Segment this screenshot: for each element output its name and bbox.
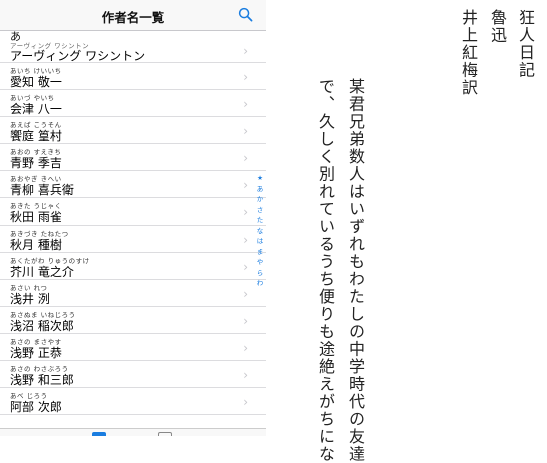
author-name: 浅野 正恭 (10, 345, 62, 360)
author-row[interactable]: あくたがわ りゅうのすけ 芥川 竜之介 › (0, 253, 266, 280)
author-name: 浅野 和三郎 (10, 373, 74, 388)
chevron-right-icon: › (243, 178, 248, 193)
author-row[interactable]: あおやぎ きへい 青柳 喜兵衛 › (0, 171, 266, 199)
author-row[interactable]: あおの すえきち 青野 季吉 › (0, 144, 266, 172)
author-name: 青野 季吉 (10, 156, 62, 171)
index-letter[interactable]: た (254, 215, 266, 226)
tab-2[interactable] (92, 432, 106, 436)
author-row[interactable]: あいづ やいち 会津 八一 › (0, 90, 266, 118)
author-name: 芥川 竜之介 (10, 264, 74, 279)
chevron-right-icon: › (243, 286, 248, 301)
tab-bar (0, 428, 266, 436)
index-letter[interactable]: ら (254, 268, 266, 279)
body-line-2: で、久しく別れているうち便りも途絶えがちにな (316, 78, 335, 463)
chevron-right-icon: › (243, 313, 248, 328)
section-index-bar[interactable]: ★ あかさたなはまやらわ (254, 173, 266, 289)
author-name: 青柳 喜兵衛 (10, 183, 74, 198)
navigation-bar: 作者名一覧 (0, 0, 266, 31)
index-letter[interactable]: や (254, 257, 266, 268)
author-name: アーヴィング ワシントン (10, 49, 146, 63)
author-name: 秋田 雨雀 (10, 210, 62, 225)
author-name: 浅沼 稲次郎 (10, 318, 74, 333)
chevron-right-icon: › (243, 259, 248, 274)
author-row[interactable]: あきた うじゃく 秋田 雨雀 › (0, 198, 266, 226)
chevron-right-icon: › (243, 151, 248, 166)
index-letter[interactable]: あ (254, 184, 266, 195)
author-row[interactable]: アーヴィング ワシントン アーヴィング ワシントン › (0, 42, 266, 63)
work-author: 魯迅 (488, 9, 507, 44)
author-row[interactable]: あさの まさやす 浅野 正恭 › (0, 334, 266, 362)
index-letter[interactable]: ま (254, 247, 266, 258)
author-name: 饗庭 篁村 (10, 129, 62, 144)
work-title: 狂人日記 (516, 9, 535, 79)
author-name: 浅井 洌 (10, 291, 50, 306)
author-list: あ アーヴィング ワシントン アーヴィング ワシントン › あいち けいいち 愛知 敬一… (0, 31, 266, 416)
author-row[interactable]: あさぬま いねじろう 浅沼 稲次郎 › (0, 307, 266, 334)
chevron-right-icon: › (243, 232, 248, 247)
author-name: 会津 八一 (10, 102, 62, 117)
author-name: 愛知 敬一 (10, 75, 62, 89)
search-icon[interactable] (238, 7, 253, 22)
author-list-pane: 作者名一覧 あ アーヴィング ワシントン アーヴィング ワシントン › あいち けいい… (0, 0, 266, 436)
author-row[interactable]: あさの わさぶろう 浅野 和三郎 › (0, 361, 266, 389)
index-letter[interactable]: な (254, 226, 266, 237)
chevron-right-icon: › (243, 70, 248, 84)
chevron-right-icon: › (243, 97, 248, 112)
author-row[interactable]: あいち けいいち 愛知 敬一 › (0, 63, 266, 91)
author-row[interactable]: あきづき たねたつ 秋月 種樹 › (0, 226, 266, 253)
author-row[interactable]: あえば こうそん 饗庭 篁村 › (0, 117, 266, 145)
index-letter[interactable]: わ (254, 278, 266, 289)
author-name: 阿部 次郎 (10, 400, 62, 415)
index-letter[interactable]: は (254, 236, 266, 247)
page-title: 作者名一覧 (101, 10, 165, 25)
body-line-1: 某君兄弟数人はいずれもわたしの中学時代の友達 (346, 78, 365, 463)
author-name: 秋月 種樹 (10, 237, 62, 252)
chevron-right-icon: › (243, 124, 248, 139)
chevron-right-icon: › (243, 44, 248, 58)
chevron-right-icon: › (243, 340, 248, 355)
author-row[interactable]: あべ じろう 阿部 次郎 › (0, 388, 266, 416)
index-letter[interactable]: さ (254, 205, 266, 216)
tab-3[interactable] (158, 432, 172, 436)
tab-1[interactable] (28, 432, 42, 436)
chevron-right-icon: › (243, 368, 248, 383)
chevron-right-icon: › (243, 205, 248, 220)
reader-pane: 狂人日記 魯迅 井上紅梅訳 某君兄弟数人はいずれもわたしの中学時代の友達 で、久… (266, 0, 547, 463)
tab-4[interactable] (224, 432, 238, 436)
work-translator: 井上紅梅訳 (459, 9, 478, 97)
chevron-right-icon: › (243, 395, 248, 410)
index-letter[interactable]: か (254, 194, 266, 205)
author-row[interactable]: あさい れつ 浅井 洌 › (0, 280, 266, 307)
index-letter[interactable]: ★ (254, 173, 266, 184)
